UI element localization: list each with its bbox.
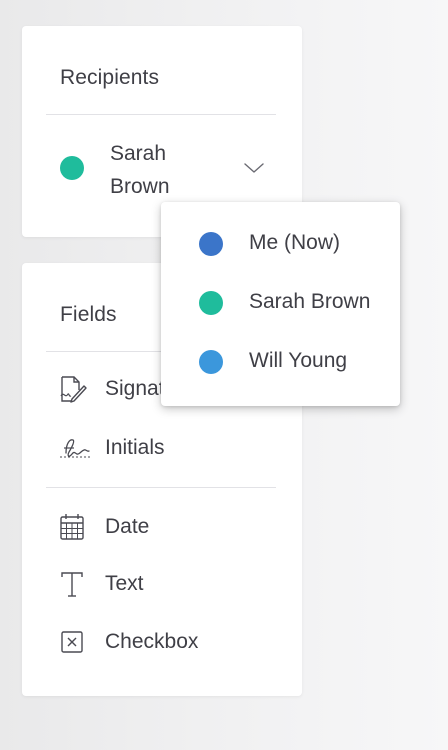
recipient-option-me[interactable]: Me (Now) [161, 215, 400, 273]
recipient-option-sarah-brown[interactable]: Sarah Brown [161, 274, 400, 332]
field-text[interactable]: Text [58, 569, 288, 603]
recipient-color-dot [199, 350, 223, 374]
field-checkbox[interactable]: Checkbox [58, 627, 288, 661]
field-label-checkbox: Checkbox [105, 630, 199, 653]
recipients-title: Recipients [60, 66, 160, 89]
field-label-date: Date [105, 515, 150, 538]
field-date[interactable]: Date [58, 512, 288, 546]
recipient-option-will-young[interactable]: Will Young [161, 333, 400, 391]
chevron-down-icon[interactable] [242, 160, 266, 176]
recipient-option-label: Will Young [249, 349, 348, 372]
recipient-color-dot [199, 291, 223, 315]
recipient-option-label: Me (Now) [249, 231, 341, 254]
signature-icon [58, 374, 87, 404]
recipient-dropdown-menu: Me (Now) Sarah Brown Will Young [161, 202, 400, 406]
selected-recipient-color-dot [60, 156, 84, 180]
checkbox-icon [58, 627, 84, 657]
fields-divider-middle [46, 487, 276, 488]
field-initials[interactable]: Initials [58, 433, 288, 467]
selected-recipient-name[interactable]: Sarah Brown [110, 137, 220, 203]
field-label-initials: Initials [105, 436, 165, 459]
fields-title: Fields [60, 303, 117, 326]
initials-icon [58, 433, 90, 463]
text-icon [58, 569, 84, 599]
recipient-color-dot [199, 232, 223, 256]
field-label-text: Text [105, 572, 144, 595]
calendar-icon [58, 512, 84, 542]
recipients-divider [46, 114, 276, 115]
recipient-option-label: Sarah Brown [249, 290, 371, 313]
